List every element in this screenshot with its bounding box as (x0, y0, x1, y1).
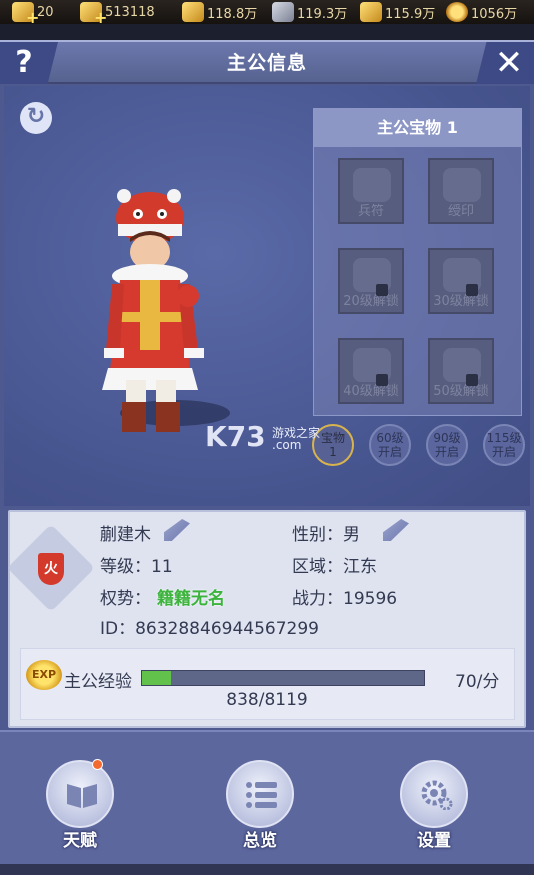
resource-grain[interactable]: 115.9万 (360, 0, 435, 24)
gear-icon (421, 780, 453, 810)
treasure-slot-locked[interactable]: 50级解锁 (428, 338, 494, 404)
lock-icon (376, 284, 388, 296)
tab-line2: 开启 (434, 445, 459, 459)
refresh-icon[interactable]: ↻ (20, 102, 52, 134)
settings-label: 设置 (417, 831, 451, 851)
slot-label: 40级解锁 (343, 384, 399, 399)
slot-label: 兵符 (357, 204, 384, 219)
tab-line2: 开启 (377, 445, 402, 459)
exp-icon: EXP (26, 660, 62, 690)
shouyin-icon (443, 168, 481, 202)
combat-power: 战力：19596 (292, 589, 398, 609)
overview-label: 总览 (243, 831, 277, 851)
tab-line1: 60级 (376, 431, 404, 445)
resource-iron[interactable]: 119.3万 (272, 0, 347, 24)
power-label: 权势： (100, 589, 151, 609)
settings-button[interactable] (400, 760, 468, 828)
character-model[interactable] (90, 180, 230, 440)
tab-line1: 90级 (433, 431, 461, 445)
tab-line2: 开启 (491, 445, 516, 459)
slot-label: 绶印 (447, 204, 474, 219)
resource-ingot[interactable]: + 20 (12, 0, 54, 27)
treasure-slot-locked[interactable]: 40级解锁 (338, 338, 404, 404)
fire-element-icon: 火 (38, 553, 64, 585)
exp-value: 838/8119 (226, 690, 308, 710)
add-ingot-icon[interactable]: + (26, 8, 39, 27)
exp-progress-fill (142, 671, 172, 685)
treasure-slot-locked[interactable]: 20级解锁 (338, 248, 404, 314)
lord-level: 等级：11 (100, 557, 173, 577)
iron-icon (272, 2, 294, 22)
exp-progress-bar (141, 670, 425, 686)
overview-button[interactable] (226, 760, 294, 828)
page-title: 主公信息 (226, 52, 307, 74)
bingfu-icon (353, 168, 391, 202)
resource-value: 20 (37, 4, 54, 20)
lord-id: ID：86328846944567299 (100, 619, 319, 639)
resource-wood[interactable]: 118.8万 (182, 0, 257, 24)
lock-icon (466, 284, 478, 296)
resource-value: 513118 (105, 4, 155, 20)
resource-coin[interactable]: 1056万 (446, 0, 517, 24)
wood-icon (182, 2, 204, 22)
tab-line2: 1 (329, 445, 337, 459)
bottom-strip (0, 864, 534, 875)
treasure-title: 主公宝物 1 (314, 109, 521, 147)
treasure-tab-2[interactable]: 60级 开启 (369, 424, 411, 466)
lock-icon (376, 374, 388, 386)
coin-icon (446, 2, 468, 22)
lord-name: 蒯建木 (100, 525, 151, 545)
treasure-tab-3[interactable]: 90级 开启 (426, 424, 468, 466)
treasure-slot-shouyin[interactable]: 绶印 (428, 158, 494, 224)
resource-value: 115.9万 (385, 6, 436, 22)
resource-value: 118.8万 (207, 6, 258, 22)
resource-bar: + 20 + 513118 118.8万 119.3万 115.9万 1056万 (0, 0, 534, 27)
lock-icon (466, 374, 478, 386)
lord-region: 区域：江东 (292, 557, 377, 577)
list-icon (246, 782, 277, 808)
treasure-slot-bingfu[interactable]: 兵符 (338, 158, 404, 224)
grain-icon (360, 2, 382, 22)
watermark-sub: .com (272, 438, 302, 452)
resource-gold[interactable]: + 513118 (80, 0, 155, 27)
talent-button[interactable] (46, 760, 114, 828)
slot-label: 20级解锁 (343, 294, 399, 309)
watermark: K73 (205, 420, 266, 453)
resource-value: 1056万 (471, 6, 518, 22)
slot-label: 30级解锁 (433, 294, 489, 309)
treasure-slot-locked[interactable]: 30级解锁 (428, 248, 494, 314)
book-icon (67, 784, 97, 808)
exp-label: 主公经验 (64, 672, 132, 692)
treasure-tab-4[interactable]: 115级 开启 (483, 424, 525, 466)
power-value: 籍籍无名 (157, 589, 225, 609)
notification-dot (92, 759, 103, 770)
resource-value: 119.3万 (297, 6, 348, 22)
add-gold-icon[interactable]: + (94, 8, 107, 27)
slot-label: 50级解锁 (433, 384, 489, 399)
tab-line1: 115级 (486, 431, 522, 445)
talent-label: 天赋 (63, 831, 97, 851)
exp-rate: 70/分 (455, 672, 500, 692)
lord-gender: 性别：男 (292, 525, 360, 545)
